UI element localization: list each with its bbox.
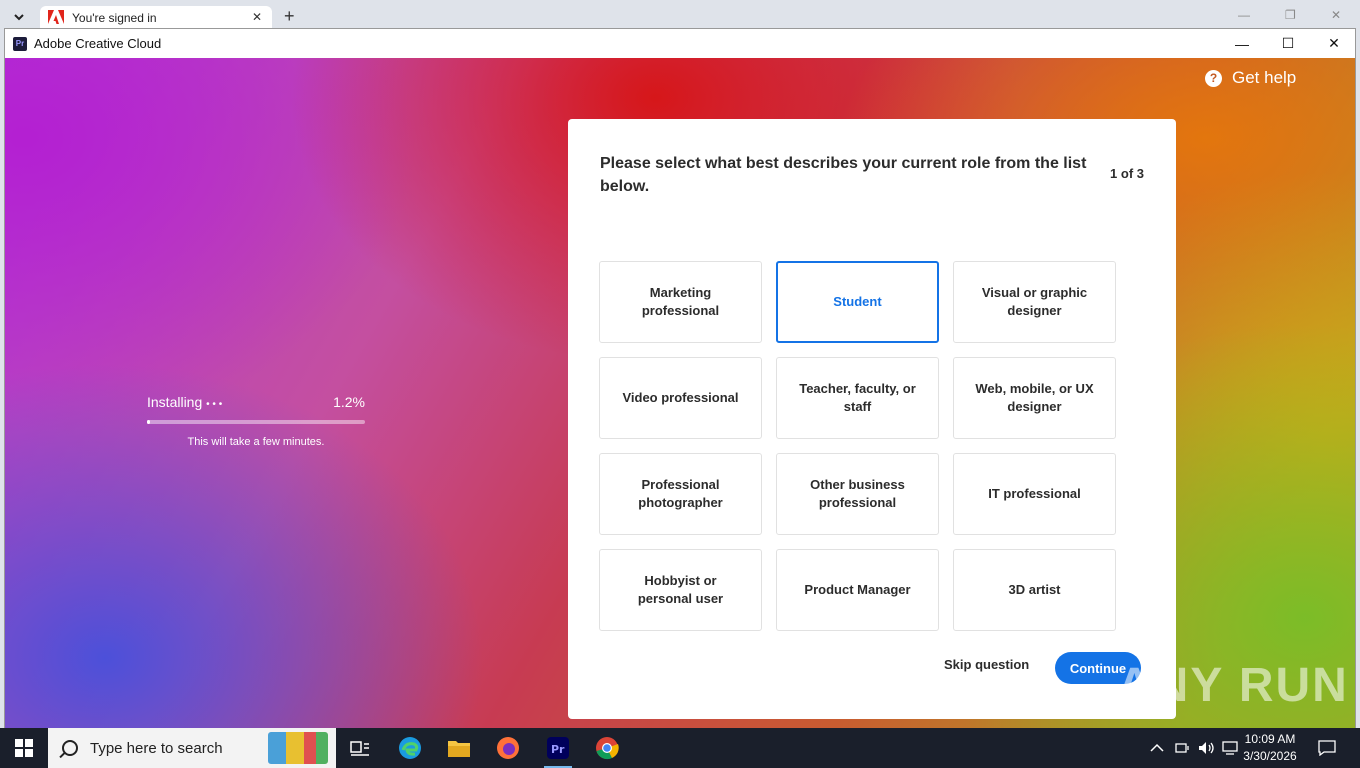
file-explorer-icon[interactable] bbox=[439, 732, 479, 764]
browser-tab[interactable]: You're signed in ✕ bbox=[40, 6, 272, 30]
role-options-grid: Marketing professional Student Visual or… bbox=[599, 261, 1116, 631]
role-option[interactable]: 3D artist bbox=[953, 549, 1116, 631]
search-icon bbox=[62, 740, 78, 756]
premiere-icon[interactable]: Pr bbox=[538, 732, 578, 768]
browser-close-icon[interactable]: ✕ bbox=[1331, 8, 1341, 22]
chevron-down-icon bbox=[14, 13, 24, 20]
svg-text:Pr: Pr bbox=[551, 743, 565, 756]
new-tab-button[interactable]: + bbox=[284, 7, 295, 25]
tab-close-icon[interactable]: ✕ bbox=[252, 10, 262, 24]
browser-tab-title: You're signed in bbox=[72, 11, 157, 25]
help-icon: ? bbox=[1205, 69, 1222, 87]
taskbar: Type here to search Pr 10:09 AM 3/30/202… bbox=[0, 728, 1360, 768]
language-icon[interactable] bbox=[1222, 728, 1238, 768]
role-option[interactable]: Teacher, faculty, or staff bbox=[776, 357, 939, 439]
system-clock[interactable]: 10:09 AM 3/30/2026 bbox=[1240, 731, 1300, 765]
minimize-button[interactable]: — bbox=[1219, 29, 1265, 58]
get-help-link[interactable]: ? Get help bbox=[1205, 68, 1296, 88]
progress-bar bbox=[147, 420, 365, 424]
clock-time: 10:09 AM bbox=[1244, 732, 1296, 746]
show-hidden-icons[interactable] bbox=[1150, 728, 1164, 768]
get-help-label: Get help bbox=[1232, 68, 1297, 87]
windows-logo-icon bbox=[15, 739, 33, 757]
browser-restore-icon[interactable]: ❐ bbox=[1285, 8, 1296, 22]
adobe-logo-icon bbox=[48, 10, 64, 26]
taskbar-search-box[interactable]: Type here to search bbox=[48, 728, 336, 768]
installing-label: Installing • • • bbox=[147, 394, 223, 410]
app-window: Pr Adobe Creative Cloud — ☐ ✕ ? Get help… bbox=[4, 28, 1356, 728]
network-icon[interactable] bbox=[1175, 728, 1191, 768]
window-title: Adobe Creative Cloud bbox=[34, 36, 162, 51]
firefox-icon[interactable] bbox=[488, 732, 528, 764]
app-icon: Pr bbox=[13, 36, 27, 51]
survey-step: 1 of 3 bbox=[1110, 166, 1144, 181]
clock-date: 3/30/2026 bbox=[1243, 749, 1297, 763]
start-button[interactable] bbox=[0, 728, 48, 768]
chevron-up-icon bbox=[1150, 743, 1164, 752]
browser-tab-strip: You're signed in ✕ + — ❐ ✕ bbox=[0, 0, 1360, 30]
tab-list-dropdown[interactable] bbox=[6, 6, 32, 28]
maximize-button[interactable]: ☐ bbox=[1265, 29, 1311, 58]
progress-fill bbox=[147, 420, 150, 424]
role-option[interactable]: Marketing professional bbox=[599, 261, 762, 343]
title-bar: Pr Adobe Creative Cloud — ☐ ✕ bbox=[5, 29, 1355, 58]
role-option[interactable]: Professional photographer bbox=[599, 453, 762, 535]
role-option[interactable]: Web, mobile, or UX designer bbox=[953, 357, 1116, 439]
progress-percent: 1.2% bbox=[333, 394, 365, 410]
edge-icon[interactable] bbox=[390, 732, 430, 764]
role-survey-card: Please select what best describes your c… bbox=[568, 119, 1176, 719]
search-placeholder: Type here to search bbox=[90, 739, 223, 757]
role-option[interactable]: Video professional bbox=[599, 357, 762, 439]
chrome-icon[interactable] bbox=[587, 732, 627, 764]
notifications-icon[interactable] bbox=[1318, 728, 1336, 768]
browser-minimize-icon[interactable]: — bbox=[1238, 8, 1250, 22]
close-button[interactable]: ✕ bbox=[1311, 29, 1357, 58]
anyrun-watermark: ANY RUN bbox=[1117, 659, 1349, 712]
role-option[interactable]: Visual or graphic designer bbox=[953, 261, 1116, 343]
role-option[interactable]: Hobbyist or personal user bbox=[599, 549, 762, 631]
role-option[interactable]: IT professional bbox=[953, 453, 1116, 535]
task-view-icon[interactable] bbox=[340, 732, 380, 764]
install-progress: Installing • • • 1.2% This will take a f… bbox=[147, 394, 365, 448]
role-option-selected[interactable]: Student bbox=[776, 261, 939, 343]
role-option[interactable]: Product Manager bbox=[776, 549, 939, 631]
survey-question: Please select what best describes your c… bbox=[600, 155, 1087, 195]
volume-icon[interactable] bbox=[1198, 728, 1216, 768]
search-highlight-image bbox=[268, 732, 328, 764]
skip-question-button[interactable]: Skip question bbox=[944, 657, 1029, 672]
install-note: This will take a few minutes. bbox=[187, 436, 325, 448]
gradient-background: ? Get help Installing • • • 1.2% This wi… bbox=[5, 58, 1355, 728]
role-option[interactable]: Other business professional bbox=[776, 453, 939, 535]
